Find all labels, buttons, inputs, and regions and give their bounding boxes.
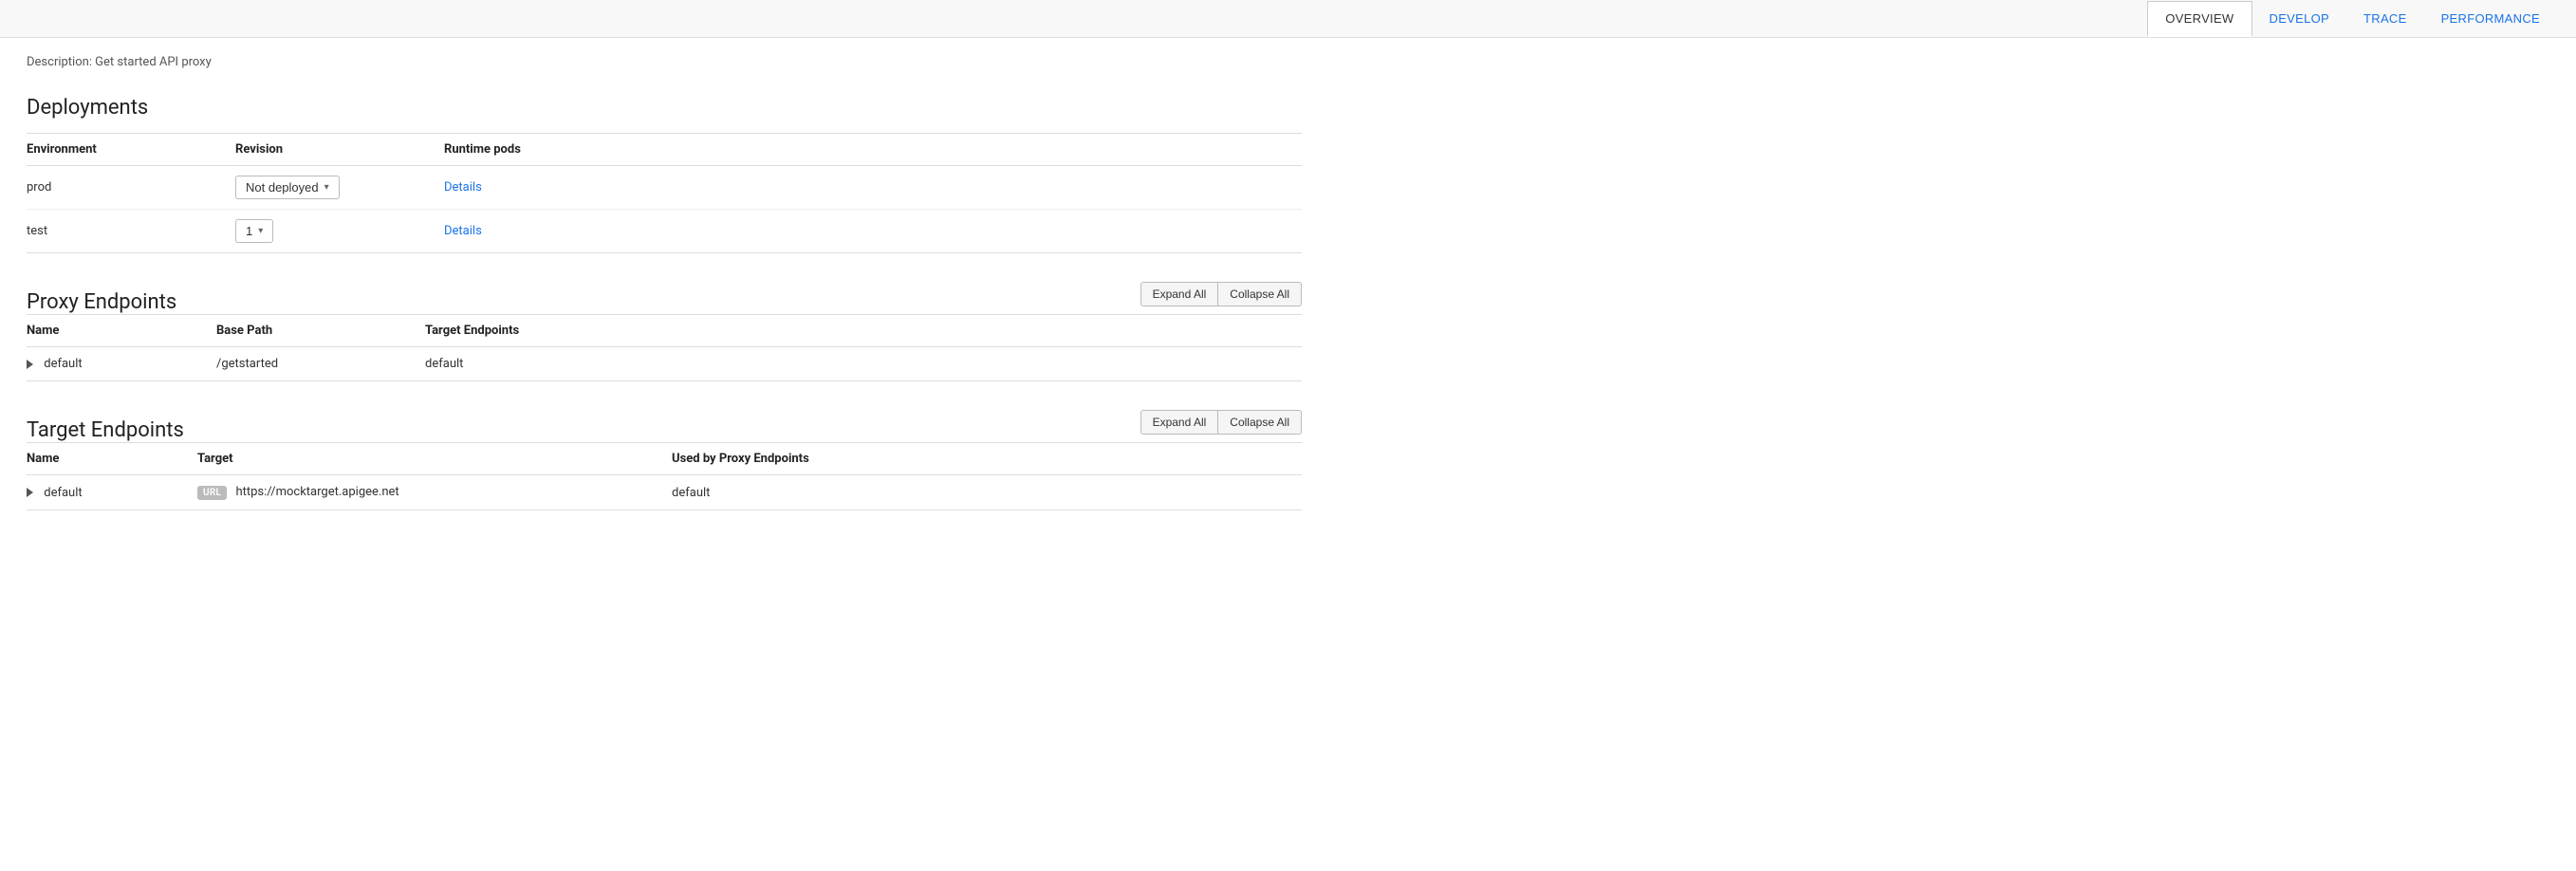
deploy-details-test: Details <box>444 210 1302 253</box>
tab-overview[interactable]: OVERVIEW <box>2147 1 2252 37</box>
col-header-ep-target: Target Endpoints <box>425 315 1302 347</box>
proxy-collapse-all-button[interactable]: Collapse All <box>1217 282 1302 306</box>
proxy-endpoints-table: Name Base Path Target Endpoints default … <box>27 314 1302 381</box>
target-ep-used-default: default <box>672 475 1302 510</box>
col-header-ep-base: Base Path <box>216 315 425 347</box>
expand-arrow-icon[interactable] <box>27 360 33 369</box>
col-header-runtime-pods: Runtime pods <box>444 134 1302 166</box>
revision-dropdown-prod[interactable]: Not deployed ▾ <box>235 176 340 199</box>
chevron-down-icon: ▾ <box>324 182 329 193</box>
revision-dropdown-test[interactable]: 1 ▾ <box>235 219 273 243</box>
proxy-endpoints-btn-group: Expand All Collapse All <box>1140 282 1302 306</box>
col-header-ep-name: Name <box>27 315 216 347</box>
deploy-env-test: test <box>27 210 235 253</box>
proxy-endpoints-header-row: Name Base Path Target Endpoints <box>27 315 1302 347</box>
url-badge: URL <box>197 486 227 500</box>
tab-trace[interactable]: TRACE <box>2346 0 2424 38</box>
col-header-revision: Revision <box>235 134 444 166</box>
proxy-ep-base-default: /getstarted <box>216 347 425 381</box>
main-content: Description: Get started API proxy Deplo… <box>0 38 1328 556</box>
table-row: default /getstarted default <box>27 347 1302 381</box>
table-row: prod Not deployed ▾ Details <box>27 166 1302 210</box>
target-endpoints-title: Target Endpoints <box>27 418 184 442</box>
top-nav: OVERVIEW DEVELOP TRACE PERFORMANCE <box>0 0 2576 38</box>
revision-value-test: 1 <box>246 224 252 238</box>
chevron-down-icon: ▾ <box>258 226 263 236</box>
target-endpoints-header: Target Endpoints Expand All Collapse All <box>27 410 1302 442</box>
proxy-expand-all-button[interactable]: Expand All <box>1140 282 1218 306</box>
col-header-environment: Environment <box>27 134 235 166</box>
target-ep-name-label: default <box>44 486 82 500</box>
deployments-title: Deployments <box>27 96 1302 120</box>
deploy-env-prod: prod <box>27 166 235 210</box>
deployments-section: Deployments Environment Revision Runtime… <box>27 96 1302 253</box>
details-link-test[interactable]: Details <box>444 224 482 238</box>
target-endpoints-header-row: Name Target Used by Proxy Endpoints <box>27 443 1302 475</box>
api-description: Description: Get started API proxy <box>27 55 1302 69</box>
target-collapse-all-button[interactable]: Collapse All <box>1217 410 1302 435</box>
target-ep-url-value: https://mocktarget.apigee.net <box>235 485 398 499</box>
proxy-endpoints-section: Proxy Endpoints Expand All Collapse All … <box>27 282 1302 381</box>
table-row: default URL https://mocktarget.apigee.ne… <box>27 475 1302 510</box>
target-endpoints-table: Name Target Used by Proxy Endpoints defa… <box>27 442 1302 510</box>
table-row: test 1 ▾ Details <box>27 210 1302 253</box>
target-ep-target-default: URL https://mocktarget.apigee.net <box>197 475 672 510</box>
deploy-revision-prod: Not deployed ▾ <box>235 166 444 210</box>
expand-arrow-icon[interactable] <box>27 488 33 497</box>
col-header-te-name: Name <box>27 443 197 475</box>
deployments-table: Environment Revision Runtime pods prod N… <box>27 133 1302 253</box>
proxy-ep-name-default: default <box>27 347 216 381</box>
deployments-header-row: Environment Revision Runtime pods <box>27 134 1302 166</box>
deploy-revision-test: 1 ▾ <box>235 210 444 253</box>
target-endpoints-section: Target Endpoints Expand All Collapse All… <box>27 410 1302 510</box>
tab-develop[interactable]: DEVELOP <box>2252 0 2347 38</box>
proxy-endpoints-title: Proxy Endpoints <box>27 290 176 314</box>
revision-value-prod: Not deployed <box>246 180 319 195</box>
col-header-te-used: Used by Proxy Endpoints <box>672 443 1302 475</box>
deploy-details-prod: Details <box>444 166 1302 210</box>
proxy-ep-name-label: default <box>44 357 82 371</box>
proxy-ep-target-default: default <box>425 347 1302 381</box>
tab-performance[interactable]: PERFORMANCE <box>2424 0 2557 38</box>
target-endpoints-btn-group: Expand All Collapse All <box>1140 410 1302 435</box>
target-ep-name-default: default <box>27 475 197 510</box>
col-header-te-target: Target <box>197 443 672 475</box>
target-expand-all-button[interactable]: Expand All <box>1140 410 1218 435</box>
proxy-endpoints-header: Proxy Endpoints Expand All Collapse All <box>27 282 1302 314</box>
details-link-prod[interactable]: Details <box>444 180 482 195</box>
